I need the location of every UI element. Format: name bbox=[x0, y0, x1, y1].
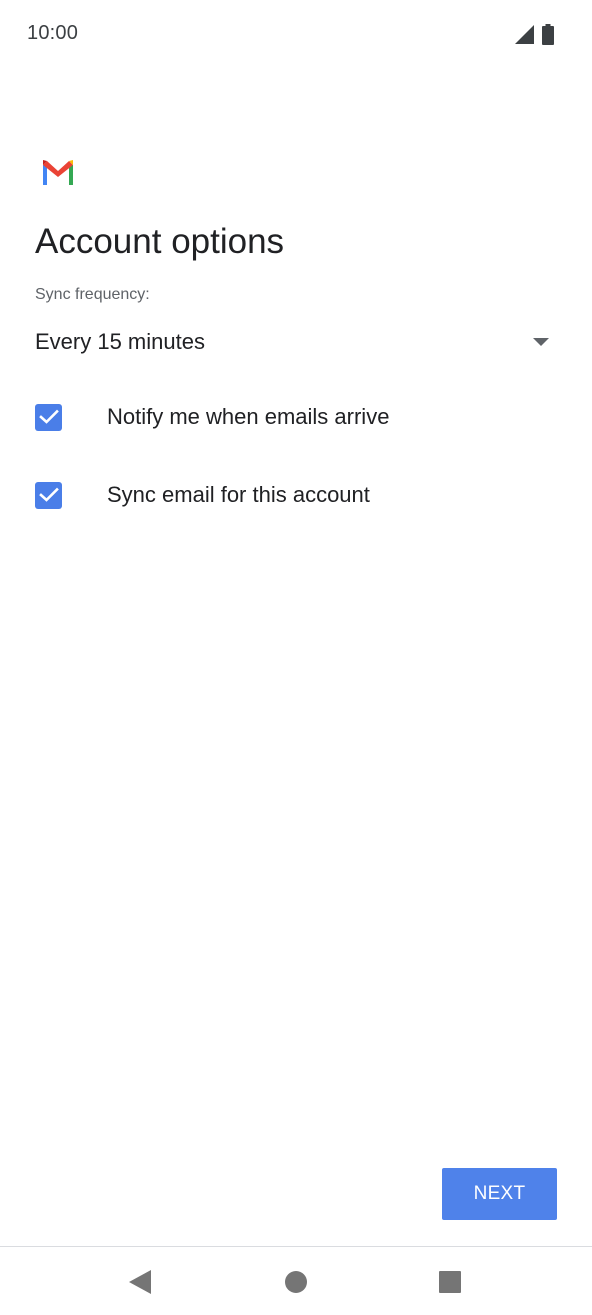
status-bar: 10:00 bbox=[0, 0, 592, 68]
sync-frequency-label: Sync frequency: bbox=[35, 286, 150, 303]
page-title: Account options bbox=[35, 222, 285, 261]
back-icon bbox=[129, 1270, 151, 1294]
sync-frequency-value: Every 15 minutes bbox=[35, 329, 205, 354]
notify-email-option[interactable]: Notify me when emails arrive bbox=[35, 392, 555, 442]
sync-checkbox-label: Sync email for this account bbox=[107, 482, 370, 507]
notify-checkbox-label: Notify me when emails arrive bbox=[107, 404, 390, 429]
signal-icon bbox=[515, 25, 534, 44]
recents-button[interactable] bbox=[435, 1267, 465, 1297]
sync-frequency-dropdown[interactable]: Every 15 minutes bbox=[35, 322, 556, 362]
account-options-screen: 10:00 Account options Sync frequency: Ev… bbox=[0, 0, 592, 1315]
status-time: 10:00 bbox=[27, 22, 79, 44]
checkmark-icon bbox=[38, 409, 59, 424]
home-icon bbox=[285, 1271, 307, 1293]
sync-email-option[interactable]: Sync email for this account bbox=[35, 470, 555, 520]
status-icons bbox=[514, 23, 554, 45]
notify-checkbox[interactable] bbox=[35, 403, 62, 431]
battery-icon bbox=[542, 23, 554, 45]
recents-icon bbox=[439, 1271, 461, 1293]
next-button[interactable]: NEXT bbox=[442, 1168, 557, 1220]
back-button[interactable] bbox=[125, 1267, 155, 1297]
checkmark-icon bbox=[38, 487, 59, 502]
home-button[interactable] bbox=[281, 1267, 311, 1297]
sync-checkbox[interactable] bbox=[35, 481, 62, 509]
gmail-logo-icon bbox=[43, 160, 73, 185]
dropdown-arrow-icon bbox=[526, 332, 556, 352]
system-nav-bar bbox=[0, 1247, 592, 1315]
